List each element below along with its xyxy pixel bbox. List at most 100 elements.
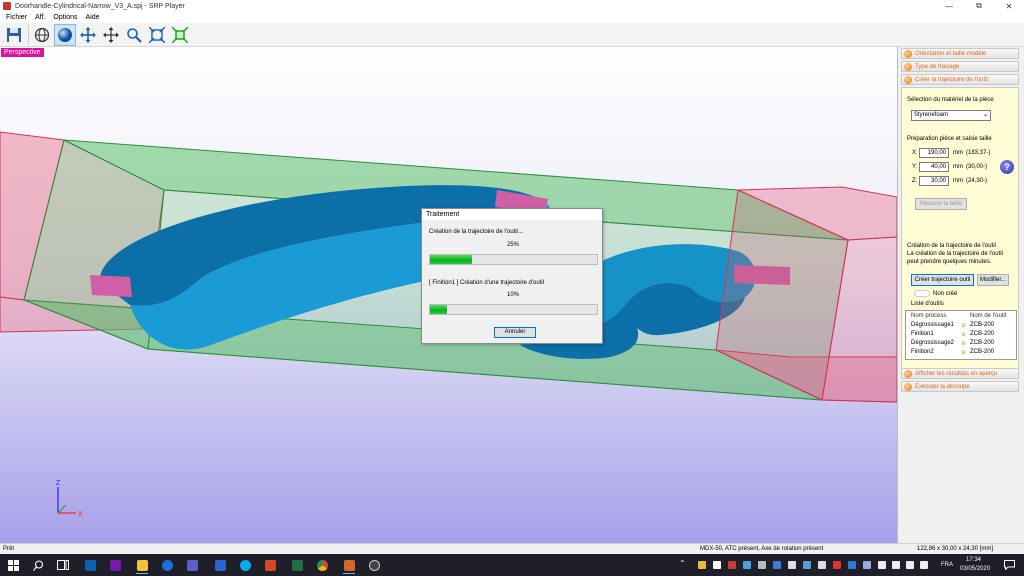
section-label: Type de fraisage — [915, 63, 960, 70]
chrome-icon[interactable] — [313, 556, 331, 574]
section-cut[interactable]: Exécuter la découpe — [901, 381, 1019, 392]
wifi-icon[interactable] — [878, 561, 886, 569]
dim-z-range: (24,30-) — [966, 178, 988, 184]
status-bar: Prêt MDX-50, ATC présent, Axe de rotatio… — [0, 543, 1024, 554]
pan-icon[interactable] — [100, 24, 122, 46]
fit-icon[interactable] — [146, 24, 168, 46]
dim-y-input[interactable]: 40,00 — [919, 162, 949, 172]
tray-people-icon[interactable]: ⌃ — [679, 559, 686, 568]
excel-icon[interactable] — [288, 556, 306, 574]
tray-app-icon[interactable] — [773, 561, 781, 569]
operations-table: Nom process Nom de l'outil Dégrossissage… — [905, 310, 1017, 360]
notifications-icon[interactable] — [1000, 556, 1018, 574]
onenote-icon[interactable] — [106, 556, 124, 574]
teams-icon[interactable] — [183, 556, 201, 574]
process-name: Finition2 — [911, 349, 934, 355]
powerpoint-icon[interactable] — [261, 556, 279, 574]
skype-icon[interactable] — [236, 556, 254, 574]
tray-app-icon[interactable] — [728, 561, 736, 569]
restore-button[interactable]: ⧉ — [964, 0, 994, 12]
dim-x-range: (183,37-) — [966, 150, 991, 156]
close-button[interactable]: ✕ — [994, 0, 1024, 12]
battery-icon[interactable] — [906, 561, 914, 569]
tray-app-icon[interactable] — [743, 561, 751, 569]
tray-app-icon[interactable] — [758, 561, 766, 569]
outlook-icon[interactable] — [81, 556, 99, 574]
path-note-2: peut prendre quelques minutes. — [907, 259, 992, 265]
search-icon[interactable] — [29, 556, 47, 574]
file-explorer-icon[interactable] — [133, 556, 151, 574]
clock-time[interactable]: 17:34 — [966, 557, 981, 563]
tray-app-icon[interactable] — [848, 561, 856, 569]
task2-progress-bar — [429, 304, 598, 315]
col-header-process: Nom process — [911, 313, 947, 319]
menu-options[interactable]: Options — [49, 14, 81, 21]
minimize-button[interactable]: — — [934, 0, 964, 12]
tool-name: ZCB-200 — [970, 322, 995, 328]
section-toolpath[interactable]: Créer la trajectoire de l'outil — [901, 74, 1019, 85]
cancel-button[interactable]: Annuler — [494, 327, 536, 338]
globe-icon[interactable] — [31, 24, 53, 46]
path-heading: Création de la trajectoire de l'outil — [907, 243, 996, 249]
tray-app-icon[interactable] — [788, 561, 796, 569]
tray-app-icon[interactable] — [803, 561, 811, 569]
task1-text: Création de la trajectoire de l'outil... — [429, 229, 523, 235]
modify-button[interactable]: Modifier... — [977, 274, 1009, 286]
title-bar: Doorhandle-Cylindrical-Narrow_V3_A.spj -… — [0, 0, 1024, 12]
measure-size-button[interactable]: Mesurer la taille — [915, 198, 967, 210]
windows-start-icon[interactable] — [4, 556, 22, 574]
material-value: Styrenefoam — [914, 112, 949, 118]
fit-all-icon[interactable] — [169, 24, 191, 46]
section-milling-type[interactable]: Type de fraisage — [901, 61, 1019, 72]
task1-percent: 25% — [506, 242, 519, 248]
tray-app-icon[interactable] — [698, 561, 706, 569]
section-orientation[interactable]: Orientation et taille modèle — [901, 48, 1019, 59]
toolbar-separator — [28, 24, 29, 45]
save-icon[interactable] — [3, 24, 25, 46]
menu-aide[interactable]: Aide — [82, 14, 104, 21]
help-button[interactable]: ? — [1000, 160, 1014, 174]
material-select[interactable]: Styrenefoam ⌄ — [911, 110, 991, 121]
tray-app-icon[interactable] — [713, 561, 721, 569]
progress-dialog: Traitement Création de la trajectoire de… — [421, 208, 603, 344]
table-row[interactable]: Finition2 ⊍ ZCB-200 — [906, 349, 1018, 358]
window-title: Doorhandle-Cylindrical-Narrow_V3_A.spj -… — [15, 2, 185, 10]
dim-z-input[interactable]: 30,00 — [919, 176, 949, 186]
clock-date[interactable]: 03/05/2020 — [960, 566, 990, 572]
menu-fichier[interactable]: Fichier — [2, 14, 31, 21]
tools-list-label: Liste d'outils — [911, 301, 944, 307]
status-ready: Prêt — [3, 546, 15, 552]
menu-aff[interactable]: Aff. — [31, 14, 49, 21]
tray-app-icon[interactable] — [833, 561, 841, 569]
tool-bit-icon: ⊍ — [961, 340, 967, 347]
network-icon[interactable] — [920, 561, 928, 569]
dim-x-input[interactable]: 190,00 — [919, 148, 949, 158]
srp-player-icon[interactable] — [340, 556, 358, 574]
sphere-icon[interactable] — [54, 23, 76, 46]
task-view-icon[interactable] — [54, 556, 72, 574]
task2-text: [ Finition1 ] Création d'une trajectoire… — [429, 280, 545, 286]
tray-app-icon[interactable] — [818, 561, 826, 569]
process-name: Dégrossissage2 — [911, 340, 955, 346]
tool-app-icon[interactable] — [211, 556, 229, 574]
move-icon[interactable] — [77, 24, 99, 46]
dim-x-axis: X: — [912, 150, 918, 156]
language-indicator[interactable]: FRA — [941, 562, 953, 568]
status-dimensions: 122,96 x 30,00 x 24,30 [mm] — [917, 546, 994, 552]
tray-app-icon[interactable] — [863, 561, 871, 569]
volume-icon[interactable] — [892, 561, 900, 569]
section-preview[interactable]: Afficher les résultats en aperçu — [901, 368, 1019, 379]
axis-z-label: Z — [56, 480, 61, 487]
tool-bit-icon: ⊍ — [961, 349, 967, 356]
zoom-icon[interactable] — [123, 24, 145, 46]
col-header-tool: Nom de l'outil — [970, 313, 1007, 319]
app-icon — [3, 2, 11, 10]
dim-y-unit: mm — [953, 164, 963, 170]
create-toolpath-button[interactable]: Créer trajectoire outil — [911, 274, 974, 286]
task2-percent: 10% — [506, 292, 519, 298]
remote-app-icon[interactable] — [365, 556, 383, 574]
dim-x-unit: mm — [953, 150, 963, 156]
dim-y-range: (30,00-) — [966, 164, 988, 170]
chat-icon[interactable] — [158, 556, 176, 574]
dialog-title: Traitement — [422, 209, 602, 220]
